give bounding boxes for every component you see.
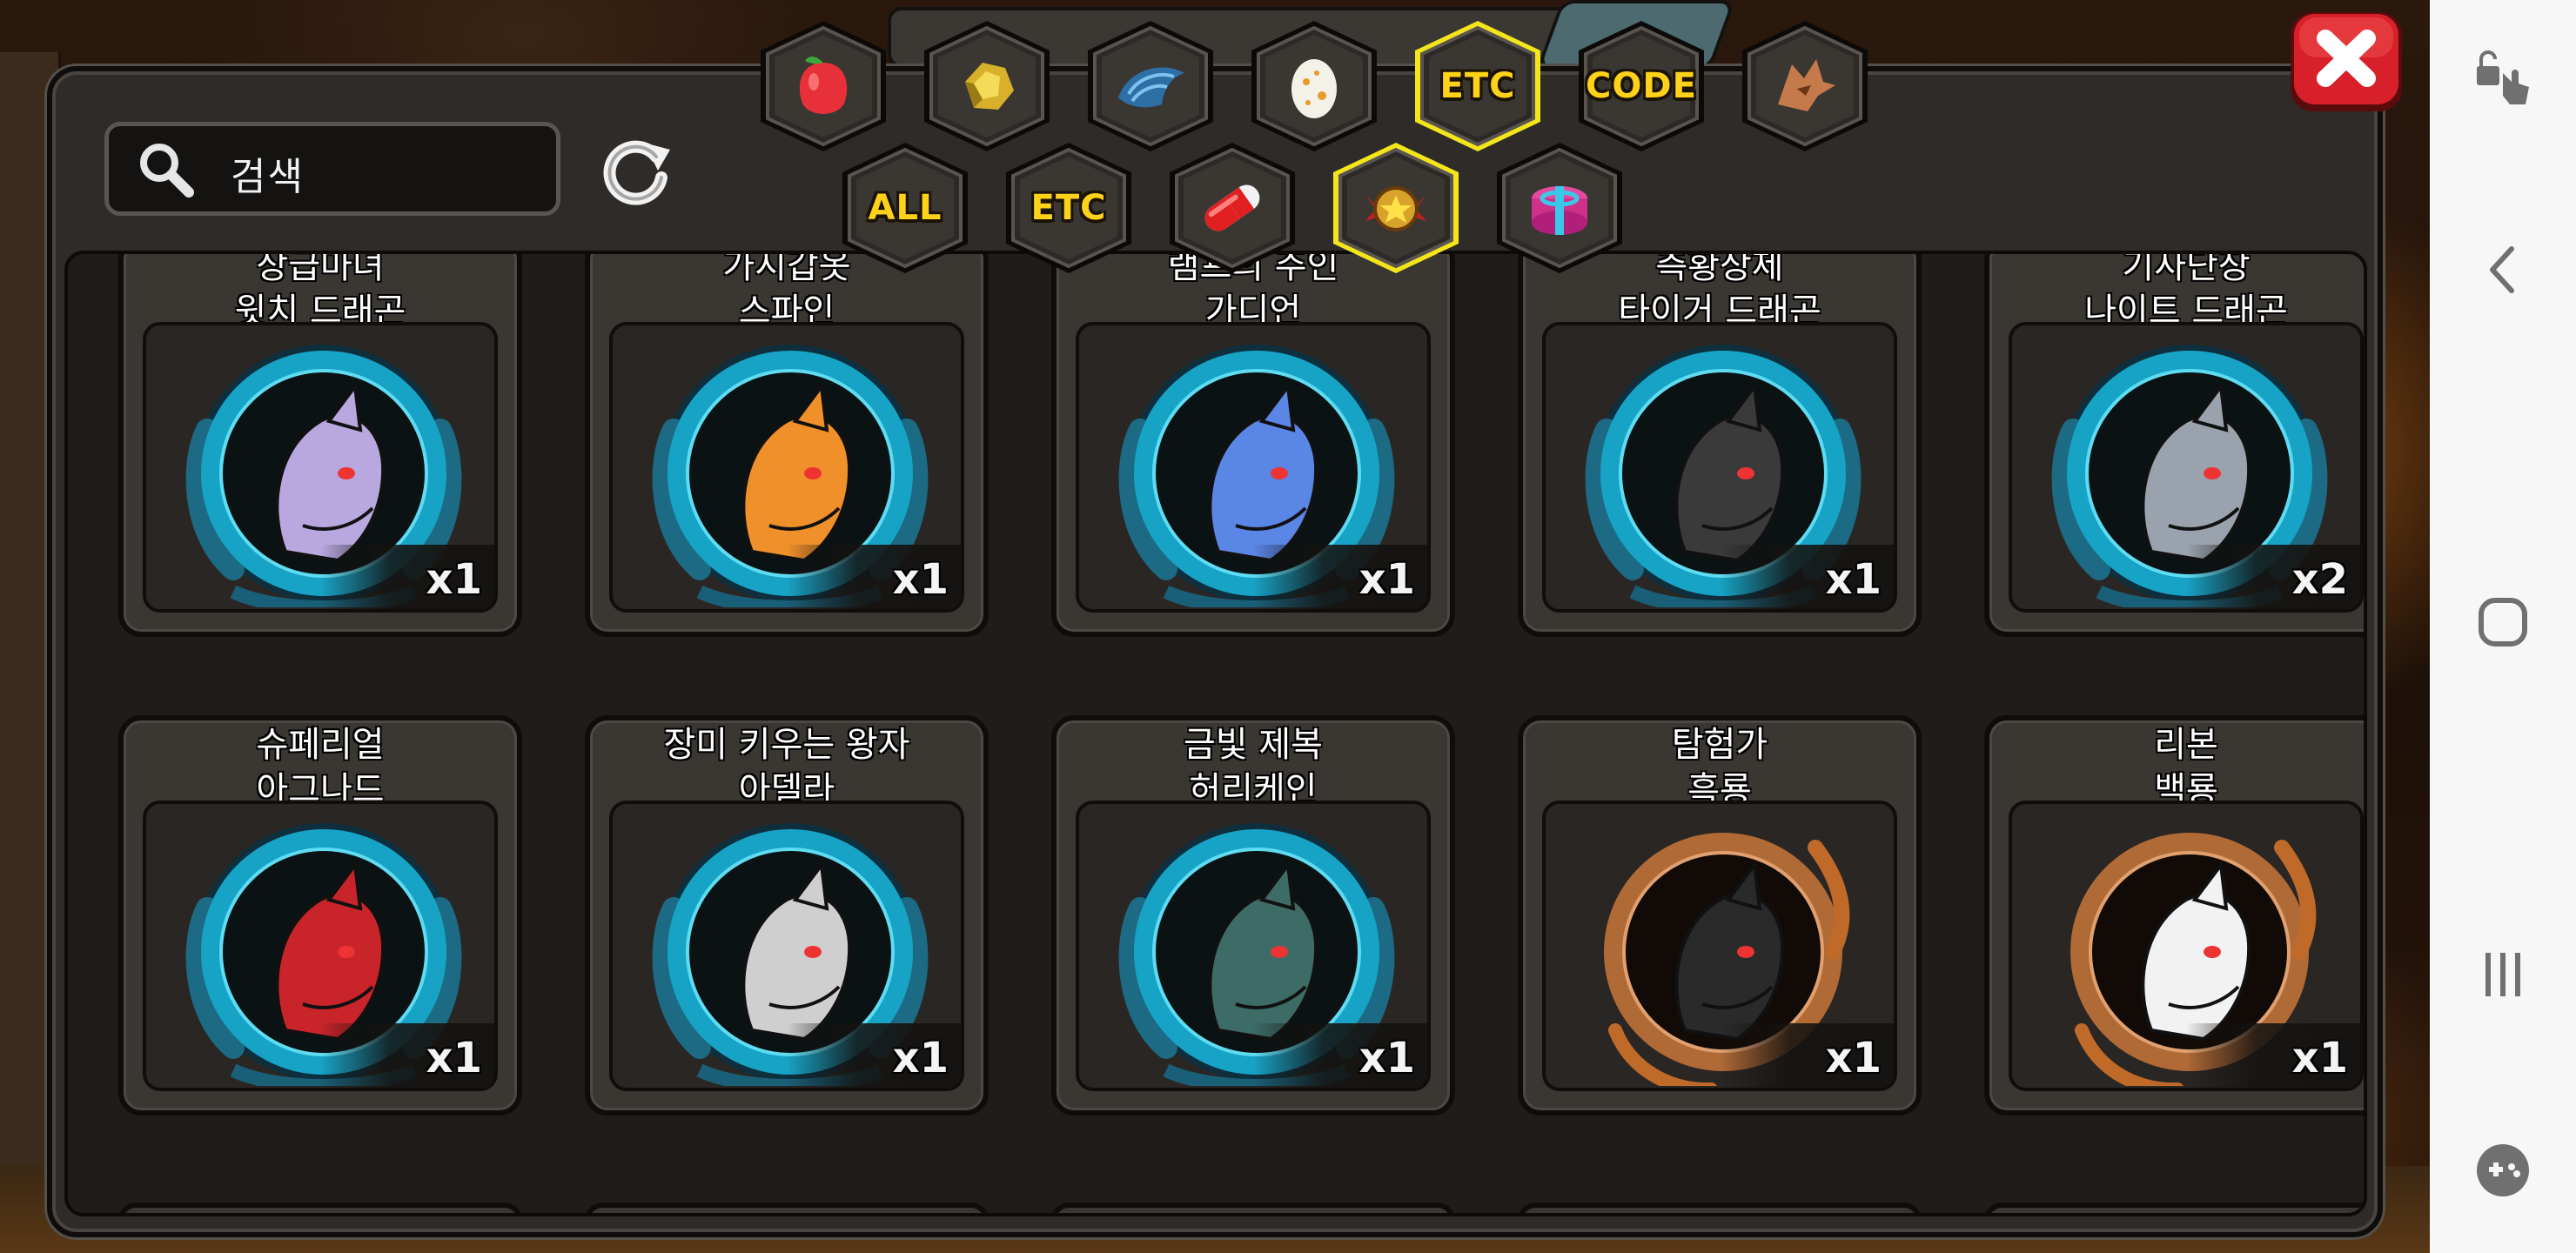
filter-tab-dragon-head[interactable] xyxy=(1732,17,1878,155)
creature-card[interactable]: 리본 백룡 x1 xyxy=(1984,715,2364,1116)
next-row-card-edge xyxy=(585,1203,989,1213)
creature-card[interactable]: 금빛 제복 허리케인 x1 xyxy=(1051,715,1455,1116)
creature-portrait: x1 xyxy=(143,801,498,1091)
home-button[interactable] xyxy=(2430,570,2576,674)
creature-count: x1 xyxy=(1358,1034,1415,1082)
filter-tab-gift-box[interactable] xyxy=(1486,139,1633,277)
creature-title-line1: 슈페리얼 xyxy=(256,725,385,765)
egg-icon xyxy=(1291,59,1337,118)
creature-name: 슈페리얼 아그나드 xyxy=(124,722,517,813)
creature-card[interactable]: 기사단장 나이트 드래곤 x2 xyxy=(1984,251,2364,637)
creature-name: 리본 백룡 xyxy=(1989,722,2364,813)
filter-tab-etc[interactable]: ETC xyxy=(996,139,1142,277)
filter-tab-all[interactable]: ALL xyxy=(832,139,978,277)
touch-lock-button[interactable] xyxy=(2430,26,2576,131)
creature-card[interactable]: 가시갑옷 스파인 x1 xyxy=(585,254,989,637)
creature-portrait: x1 xyxy=(143,322,498,613)
creature-portrait: x2 xyxy=(2009,322,2364,613)
creature-card[interactable]: 상급마녀 윗치 드래곤 x1 xyxy=(118,251,522,637)
search-input[interactable]: 검색 xyxy=(104,122,560,216)
creature-count: x1 xyxy=(892,1034,949,1082)
next-row-card-edge xyxy=(1518,1203,1922,1213)
filter-tab-etc[interactable]: ETC xyxy=(1405,17,1551,155)
next-row-card-edge xyxy=(118,1203,522,1213)
home-icon xyxy=(2479,598,2527,647)
close-button[interactable] xyxy=(2287,9,2405,115)
creature-portrait: x1 xyxy=(609,801,964,1091)
next-row-card-edge xyxy=(1984,1203,2364,1213)
creature-title-line1: 탐험가 xyxy=(1671,725,1768,765)
filter-tab-gold-ore[interactable] xyxy=(914,17,1060,155)
filter-tab-star-badge[interactable] xyxy=(1323,139,1469,277)
fruit-icon xyxy=(799,57,848,114)
creature-portrait: x1 xyxy=(1076,801,1431,1091)
filter-tab-scale[interactable] xyxy=(1077,17,1224,155)
system-nav-bar xyxy=(2430,0,2576,1253)
star-badge-icon xyxy=(1365,186,1426,231)
creature-count: x1 xyxy=(1825,555,1882,604)
creature-title-line1: 금빛 제복 xyxy=(1184,725,1323,765)
creature-card[interactable]: 탐험가 흑룡 x1 xyxy=(1518,715,1922,1116)
creature-name: 탐험가 흑룡 xyxy=(1523,722,1916,813)
refresh-icon[interactable] xyxy=(594,131,677,214)
pill-icon xyxy=(1204,184,1260,231)
dragon-head-icon xyxy=(1778,59,1835,111)
creature-card[interactable]: 장미 키우는 왕자 아델라 x1 xyxy=(585,715,989,1116)
filter-tab-label: ETC xyxy=(1439,66,1516,106)
filter-tab-code[interactable]: CODE xyxy=(1568,17,1714,155)
creature-card[interactable]: 슈페리얼 아그나드 x1 xyxy=(118,715,522,1116)
creature-count: x1 xyxy=(1358,555,1415,604)
creature-count: x1 xyxy=(2291,1034,2348,1082)
recents-button[interactable] xyxy=(2430,922,2576,1027)
creature-name: 장미 키우는 왕자 아델라 xyxy=(590,722,983,813)
filter-tab-egg[interactable] xyxy=(1241,17,1387,155)
recents-icon xyxy=(2485,953,2520,996)
creature-title-line1: 장미 키우는 왕자 xyxy=(663,725,910,765)
creature-name: 금빛 제복 허리케인 xyxy=(1057,722,1450,813)
creature-portrait: x1 xyxy=(609,322,964,613)
game-tools-button[interactable] xyxy=(2430,1118,2576,1223)
creature-card[interactable]: 램프의 주인 가디언 x1 xyxy=(1051,254,1455,637)
next-row-card-edge xyxy=(1051,1203,1455,1213)
creature-portrait: x1 xyxy=(1542,322,1897,613)
creature-count: x1 xyxy=(892,555,949,604)
back-button[interactable] xyxy=(2430,218,2576,322)
creature-portrait: x1 xyxy=(1542,801,1897,1091)
creature-card[interactable]: 측황상제 타이거 드래곤 x1 xyxy=(1518,254,1922,637)
creature-portrait: x1 xyxy=(1076,322,1431,613)
creature-title-line1: 기사단장 xyxy=(2122,251,2251,286)
creature-portrait: x1 xyxy=(2009,801,2364,1091)
creature-title-line1: 상급마녀 xyxy=(256,251,385,286)
filter-tab-fruit[interactable] xyxy=(750,17,896,155)
scale-icon xyxy=(1118,67,1184,108)
item-grid-area[interactable]: 상급마녀 윗치 드래곤 x1 가시갑옷 스파인 x1 램프의 주인 가디언 x1… xyxy=(64,251,2367,1216)
gold-ore-icon xyxy=(965,63,1014,110)
creature-count: x1 xyxy=(426,555,482,604)
gift-box-icon xyxy=(1532,186,1587,235)
search-placeholder: 검색 xyxy=(231,155,305,199)
creature-count: x1 xyxy=(426,1034,482,1082)
filter-tab-label: CODE xyxy=(1586,66,1697,106)
creature-title-line1: 리본 xyxy=(2154,725,2218,765)
filter-tab-pill[interactable] xyxy=(1159,139,1305,277)
back-icon xyxy=(2490,246,2514,293)
gamepad-icon xyxy=(2477,1144,2529,1196)
search-icon xyxy=(140,144,194,198)
filter-tab-label: ETC xyxy=(1030,188,1107,228)
creature-count: x1 xyxy=(1825,1034,1882,1082)
creature-count: x2 xyxy=(2291,555,2348,604)
filter-tab-label: ALL xyxy=(868,188,943,228)
touch-lock-icon xyxy=(2477,50,2529,104)
